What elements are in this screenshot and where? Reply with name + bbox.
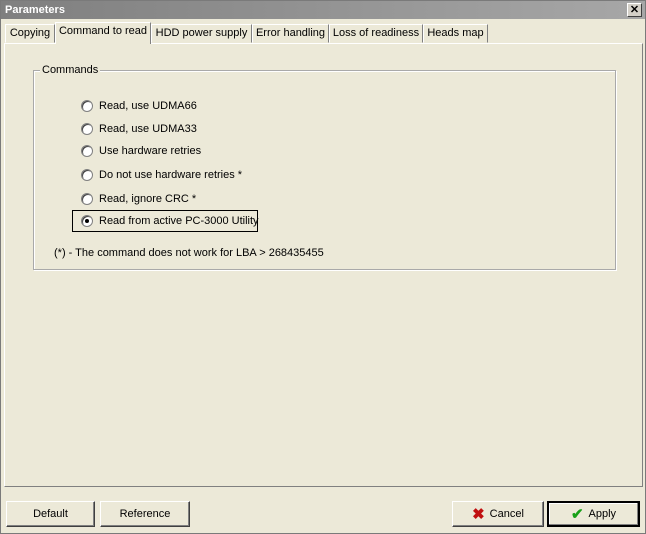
default-button[interactable]: Default — [6, 501, 95, 527]
tab-copying[interactable]: Copying — [5, 24, 55, 43]
radio-no-hardware-retries[interactable]: Do not use hardware retries * — [81, 167, 242, 183]
tab-command-to-read[interactable]: Command to read — [55, 22, 151, 44]
radio-button-icon[interactable] — [81, 169, 93, 181]
cancel-button[interactable]: ✖ Cancel — [452, 501, 544, 527]
radio-button-icon[interactable] — [81, 123, 93, 135]
radio-read-udma66[interactable]: Read, use UDMA66 — [81, 98, 197, 114]
radio-read-from-pc3000-utility[interactable]: Read from active PC-3000 Utility — [81, 213, 259, 229]
lba-note: (*) - The command does not work for LBA … — [54, 247, 324, 259]
tab-error-handling[interactable]: Error handling — [252, 24, 329, 43]
commands-group-label: Commands — [40, 64, 101, 76]
tab-heads-map[interactable]: Heads map — [423, 24, 488, 43]
reference-button[interactable]: Reference — [100, 501, 190, 527]
radio-button-checked-icon[interactable] — [81, 215, 93, 227]
radio-button-icon[interactable] — [81, 145, 93, 157]
check-icon: ✔ — [570, 505, 584, 523]
x-icon: ✖ — [472, 505, 485, 523]
commands-groupbox: Commands Read, use UDMA66 Read, use UDMA… — [33, 64, 616, 270]
apply-button[interactable]: ✔ Apply — [547, 501, 640, 527]
radio-use-hardware-retries[interactable]: Use hardware retries — [81, 143, 201, 159]
radio-button-icon[interactable] — [81, 100, 93, 112]
parameters-window: Parameters ✕ Copying Command to read HDD… — [0, 0, 646, 534]
window-title: Parameters — [5, 4, 65, 16]
title-bar: Parameters ✕ — [1, 1, 645, 19]
tab-hdd-power-supply[interactable]: HDD power supply — [151, 24, 252, 43]
tab-loss-of-readiness[interactable]: Loss of readiness — [329, 24, 423, 43]
close-button[interactable]: ✕ — [627, 3, 642, 17]
tab-panel: Commands Read, use UDMA66 Read, use UDMA… — [4, 43, 643, 487]
radio-read-udma33[interactable]: Read, use UDMA33 — [81, 121, 197, 137]
close-icon: ✕ — [629, 4, 640, 16]
radio-read-ignore-crc[interactable]: Read, ignore CRC * — [81, 191, 196, 207]
radio-button-icon[interactable] — [81, 193, 93, 205]
